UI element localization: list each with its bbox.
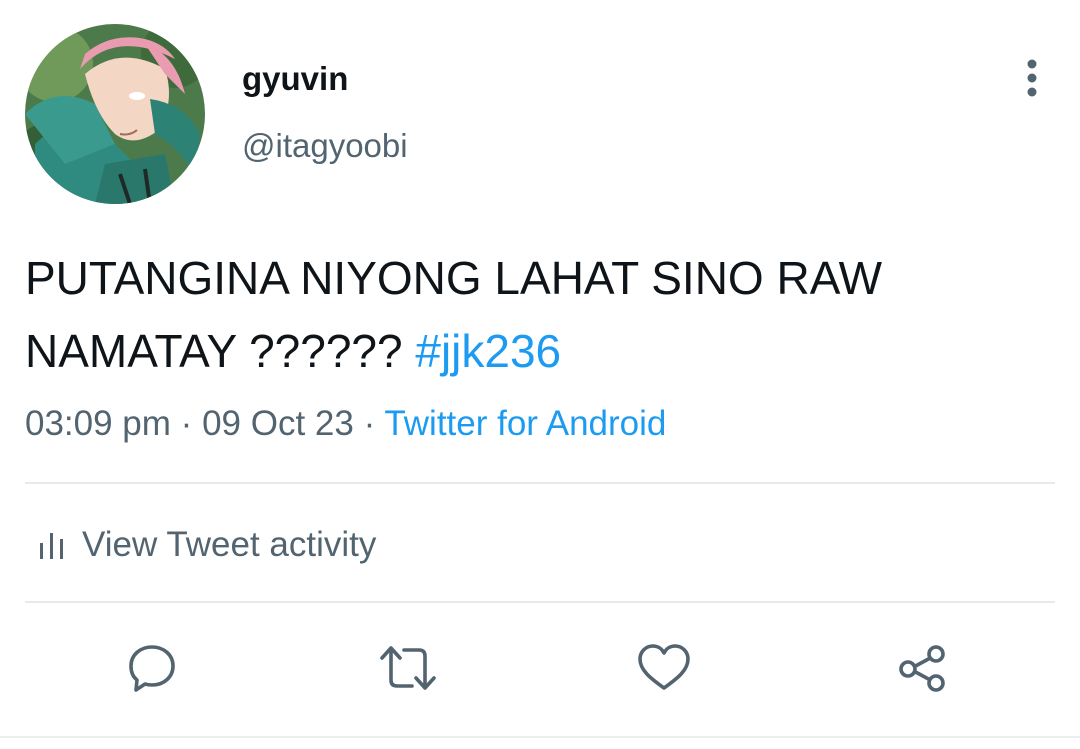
avatar[interactable] <box>25 24 205 204</box>
tweet-time: 03:09 pm <box>25 404 171 443</box>
tweet-meta: 03:09 pm · 09 Oct 23 · Twitter for Andro… <box>25 404 666 444</box>
retweet-icon <box>380 646 436 690</box>
divider <box>0 736 1080 738</box>
divider <box>25 601 1055 603</box>
more-options-button[interactable] <box>1012 58 1052 98</box>
avatar-image <box>25 24 205 204</box>
view-tweet-activity-button[interactable]: View Tweet activity <box>38 521 376 569</box>
reply-icon <box>129 645 175 692</box>
reply-button[interactable] <box>122 638 182 698</box>
like-icon <box>638 644 690 690</box>
tweet-detail: gyuvin @itagyoobi PUTANGINA NIYONG LAHAT… <box>0 0 1080 749</box>
divider <box>25 482 1055 484</box>
meta-separator: · <box>180 404 193 443</box>
tweet-text: PUTANGINA NIYONG LAHAT SINO RAW NAMATAY … <box>25 242 1045 388</box>
tweet-source-link[interactable]: Twitter for Android <box>384 404 666 443</box>
tweet-date: 09 Oct 23 <box>202 404 354 443</box>
share-button[interactable] <box>892 638 952 698</box>
user-handle[interactable]: @itagyoobi <box>242 127 408 165</box>
hashtag-link[interactable]: #jjk236 <box>415 325 561 377</box>
meta-separator: · <box>363 404 376 443</box>
view-tweet-activity-label: View Tweet activity <box>82 525 377 564</box>
share-icon <box>899 645 945 692</box>
like-button[interactable] <box>634 638 694 698</box>
more-vertical-icon <box>1027 59 1037 97</box>
display-name[interactable]: gyuvin <box>242 60 348 98</box>
analytics-icon <box>40 533 63 559</box>
retweet-button[interactable] <box>378 638 438 698</box>
